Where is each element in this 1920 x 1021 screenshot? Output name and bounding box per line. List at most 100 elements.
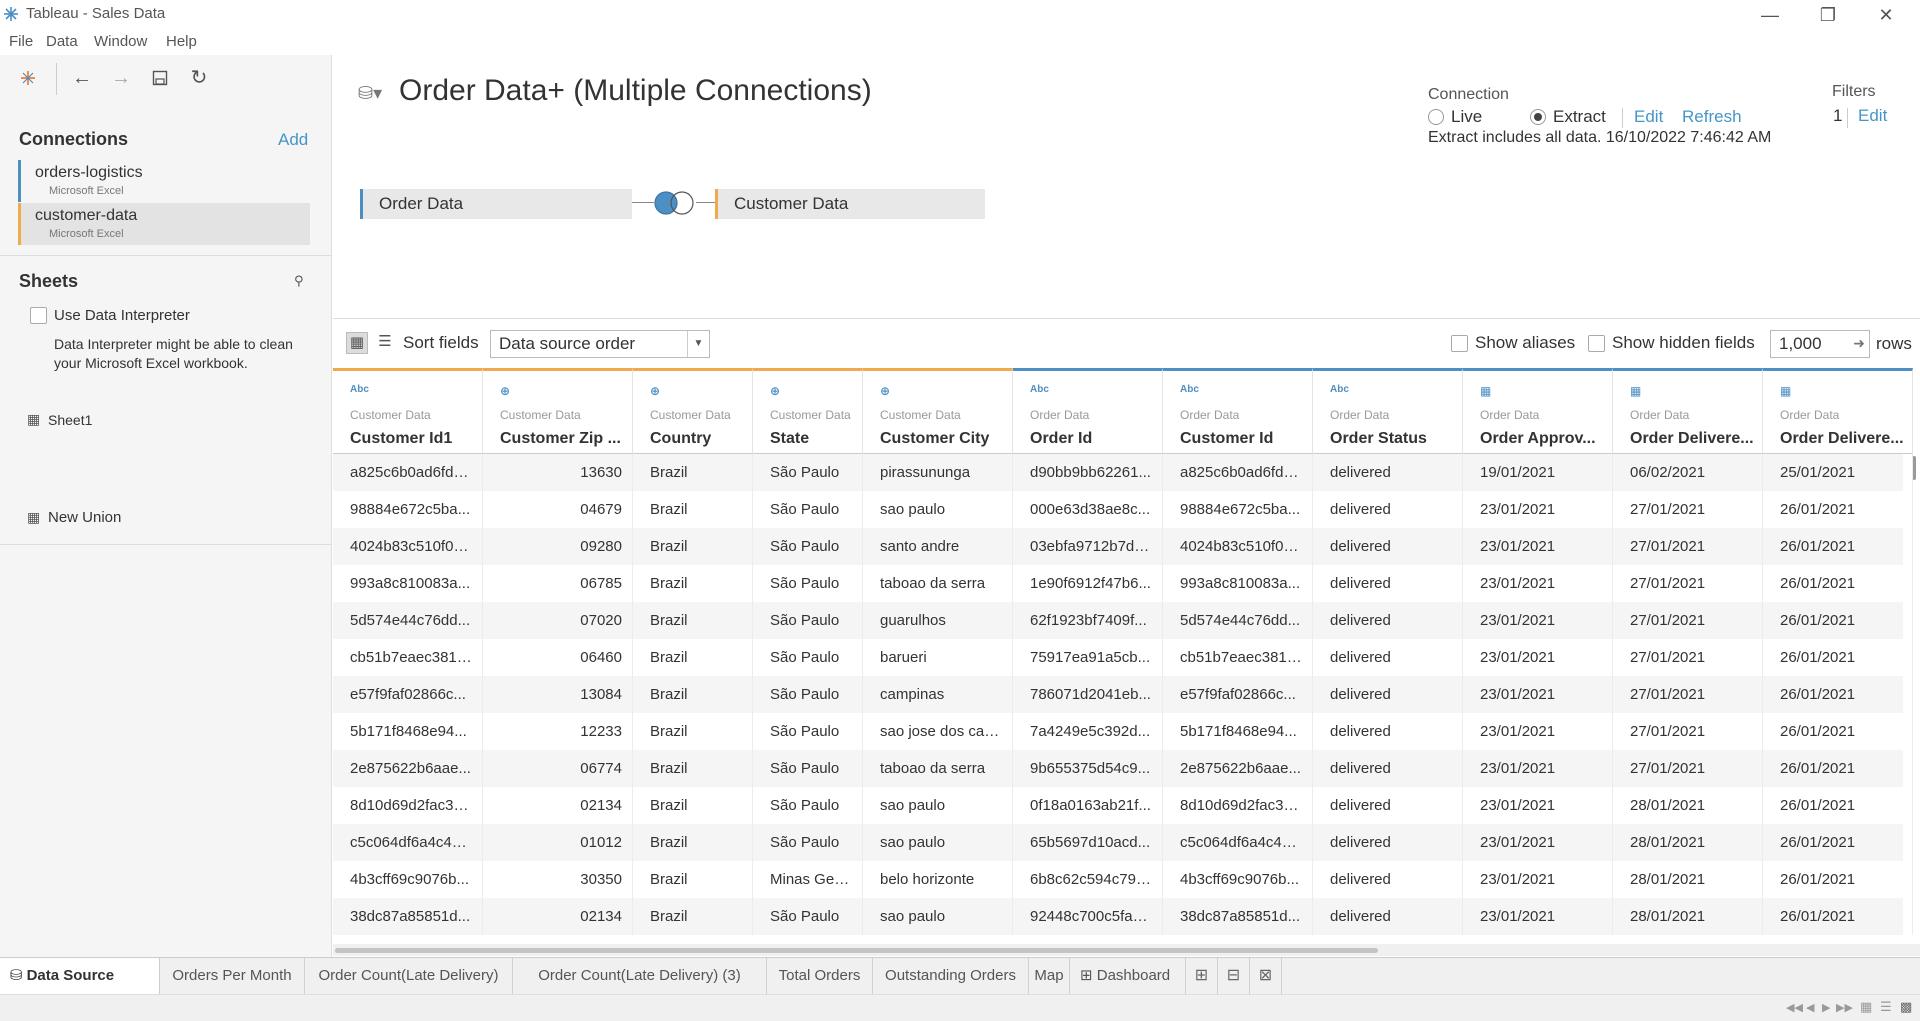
refresh-extract-link[interactable]: Refresh (1682, 107, 1742, 127)
table-cell[interactable]: São Paulo (753, 750, 863, 787)
table-cell[interactable]: Brazil (633, 861, 753, 898)
table-cell[interactable]: Brazil (633, 824, 753, 861)
table-cell[interactable]: 92448c700c5fae... (1013, 898, 1163, 935)
table-cell[interactable]: 06785 (483, 565, 633, 602)
column-header[interactable]: ▦ Order Data Order Delivere... (1763, 368, 1913, 454)
table-row[interactable]: 993a8c810083a... 06785 Brazil São Paulo tabo… (333, 565, 1913, 602)
table-cell[interactable]: Brazil (633, 676, 753, 713)
table-cell[interactable]: d90bb9bb62261... (1013, 454, 1163, 491)
column-header[interactable]: Abc Order Data Order Id (1013, 368, 1163, 454)
use-data-interpreter-checkbox[interactable] (30, 307, 47, 324)
tab-sheet[interactable]: Order Count(Late Delivery) (305, 958, 513, 994)
table-cell[interactable]: 62f1923bf7409f... (1013, 602, 1163, 639)
table-cell[interactable]: delivered (1313, 750, 1463, 787)
column-header[interactable]: ⊕ Customer Data Customer City (863, 368, 1013, 454)
table-cell[interactable]: 786071d2041eb... (1013, 676, 1163, 713)
table-cell[interactable]: Brazil (633, 750, 753, 787)
table-cell[interactable]: 000e63d38ae8c... (1013, 491, 1163, 528)
calendar-icon[interactable]: ▦ (1480, 384, 1491, 398)
table-cell[interactable]: 09280 (483, 528, 633, 565)
table-cell[interactable]: 2e875622b6aae... (1163, 750, 1313, 787)
sort-fields-dropdown[interactable]: Data source order ▼ (490, 330, 710, 358)
horizontal-scroll-thumb[interactable] (335, 948, 1378, 953)
refresh-icon[interactable]: ↻ (186, 65, 212, 91)
table-cell[interactable]: guarulhos (863, 602, 1013, 639)
table-cell[interactable]: Brazil (633, 454, 753, 491)
table-cell[interactable]: Brazil (633, 528, 753, 565)
table-cell[interactable]: 26/01/2021 (1763, 602, 1913, 639)
tab-dashboard[interactable]: ⊞ Dashboard (1070, 958, 1186, 994)
table-cell[interactable]: Brazil (633, 491, 753, 528)
minimize-icon[interactable]: — (1750, 2, 1790, 28)
table-row[interactable]: 8d10d69d2fac34... 02134 Brazil São Paulo sao… (333, 787, 1913, 824)
table-cell[interactable]: 23/01/2021 (1463, 602, 1613, 639)
menu-file[interactable]: File (9, 33, 33, 50)
string-type-icon[interactable]: Abc (1180, 384, 1199, 395)
table-cell[interactable]: 26/01/2021 (1763, 639, 1913, 676)
calendar-icon[interactable]: ▦ (1780, 384, 1791, 398)
table-cell[interactable]: 27/01/2021 (1613, 565, 1763, 602)
new-worksheet-icon[interactable]: ⊞ (1186, 958, 1218, 994)
table-cell[interactable]: 02134 (483, 898, 633, 935)
table-cell[interactable]: cb51b7eaec381b... (333, 639, 483, 676)
table-cell[interactable]: 5b171f8468e94... (1163, 713, 1313, 750)
table-row[interactable]: e57f9faf02866c... 13084 Brazil São Paulo cam… (333, 676, 1913, 713)
table-cell[interactable]: 26/01/2021 (1763, 787, 1913, 824)
forward-arrow-icon[interactable]: → (108, 65, 134, 91)
table-cell[interactable]: delivered (1313, 639, 1463, 676)
grid-layout-icon[interactable]: ▦ (1860, 999, 1872, 1015)
column-header[interactable]: ⊕ Customer Data Country (633, 368, 753, 454)
table-cell[interactable]: 65b5697d10acd... (1013, 824, 1163, 861)
table-cell[interactable]: 5d574e44c76dd... (333, 602, 483, 639)
column-header[interactable]: ⊕ Customer Data State (753, 368, 863, 454)
datasource-title[interactable]: Order Data+ (Multiple Connections) (399, 74, 872, 108)
tab-sheet[interactable]: Total Orders (767, 958, 873, 994)
table-cell[interactable]: delivered (1313, 528, 1463, 565)
table-cell[interactable]: São Paulo (753, 528, 863, 565)
new-dashboard-icon[interactable]: ⊟ (1218, 958, 1250, 994)
table-cell[interactable]: 26/01/2021 (1763, 565, 1913, 602)
table-cell[interactable]: delivered (1313, 565, 1463, 602)
table-cell[interactable]: e57f9faf02866c... (1163, 676, 1313, 713)
table-row[interactable]: 4024b83c510f00... 09280 Brazil São Paulo san… (333, 528, 1913, 565)
column-header[interactable]: ▦ Order Data Order Approv... (1463, 368, 1613, 454)
table-cell[interactable]: barueri (863, 639, 1013, 676)
back-arrow-icon[interactable]: ← (69, 65, 95, 91)
horizontal-scrollbar[interactable] (333, 944, 1920, 956)
table-cell[interactable]: delivered (1313, 602, 1463, 639)
table-cell[interactable]: a825c6b0ad6fd2... (1163, 454, 1313, 491)
table-cell[interactable]: Brazil (633, 565, 753, 602)
close-icon[interactable]: ✕ (1866, 2, 1906, 28)
table-cell[interactable]: 26/01/2021 (1763, 713, 1913, 750)
tab-data-source[interactable]: ⛁ Data Source (0, 958, 160, 994)
table-cell[interactable]: 75917ea91a5cb... (1013, 639, 1163, 676)
table-cell[interactable]: Minas Gerais (753, 861, 863, 898)
table-cell[interactable]: a825c6b0ad6fd2... (333, 454, 483, 491)
table-cell[interactable]: São Paulo (753, 713, 863, 750)
table-cell[interactable]: delivered (1313, 824, 1463, 861)
table-cell[interactable]: São Paulo (753, 639, 863, 676)
table-cell[interactable]: 12233 (483, 713, 633, 750)
table-cell[interactable]: 23/01/2021 (1463, 861, 1613, 898)
table-cell[interactable]: 23/01/2021 (1463, 639, 1613, 676)
table-cell[interactable]: 98884e672c5ba... (1163, 491, 1313, 528)
table-cell[interactable]: Brazil (633, 639, 753, 676)
apply-arrow-icon[interactable]: ➜ (1853, 335, 1865, 352)
string-type-icon[interactable]: Abc (350, 384, 369, 395)
table-cell[interactable]: São Paulo (753, 491, 863, 528)
table-cell[interactable]: delivered (1313, 861, 1463, 898)
restore-icon[interactable]: ❐ (1808, 2, 1848, 28)
table-cell[interactable]: 9b655375d54c9... (1013, 750, 1163, 787)
table-cell[interactable]: São Paulo (753, 898, 863, 935)
table-cell[interactable]: 13084 (483, 676, 633, 713)
rows-count-input[interactable]: 1,000 ➜ (1770, 330, 1870, 358)
table-cell[interactable]: 27/01/2021 (1613, 676, 1763, 713)
column-header[interactable]: ▦ Order Data Order Delivere... (1613, 368, 1763, 454)
extract-radio[interactable] (1530, 109, 1546, 125)
list-layout-icon[interactable]: ☰ (1880, 999, 1892, 1015)
table-row[interactable]: 98884e672c5ba... 04679 Brazil São Paulo sao … (333, 491, 1913, 528)
table-cell[interactable]: 03ebfa9712b7db... (1013, 528, 1163, 565)
connection-orders-logistics[interactable]: orders-logistics Microsoft Excel (18, 160, 310, 202)
globe-icon[interactable]: ⊕ (770, 384, 780, 398)
table-cell[interactable]: 26/01/2021 (1763, 676, 1913, 713)
